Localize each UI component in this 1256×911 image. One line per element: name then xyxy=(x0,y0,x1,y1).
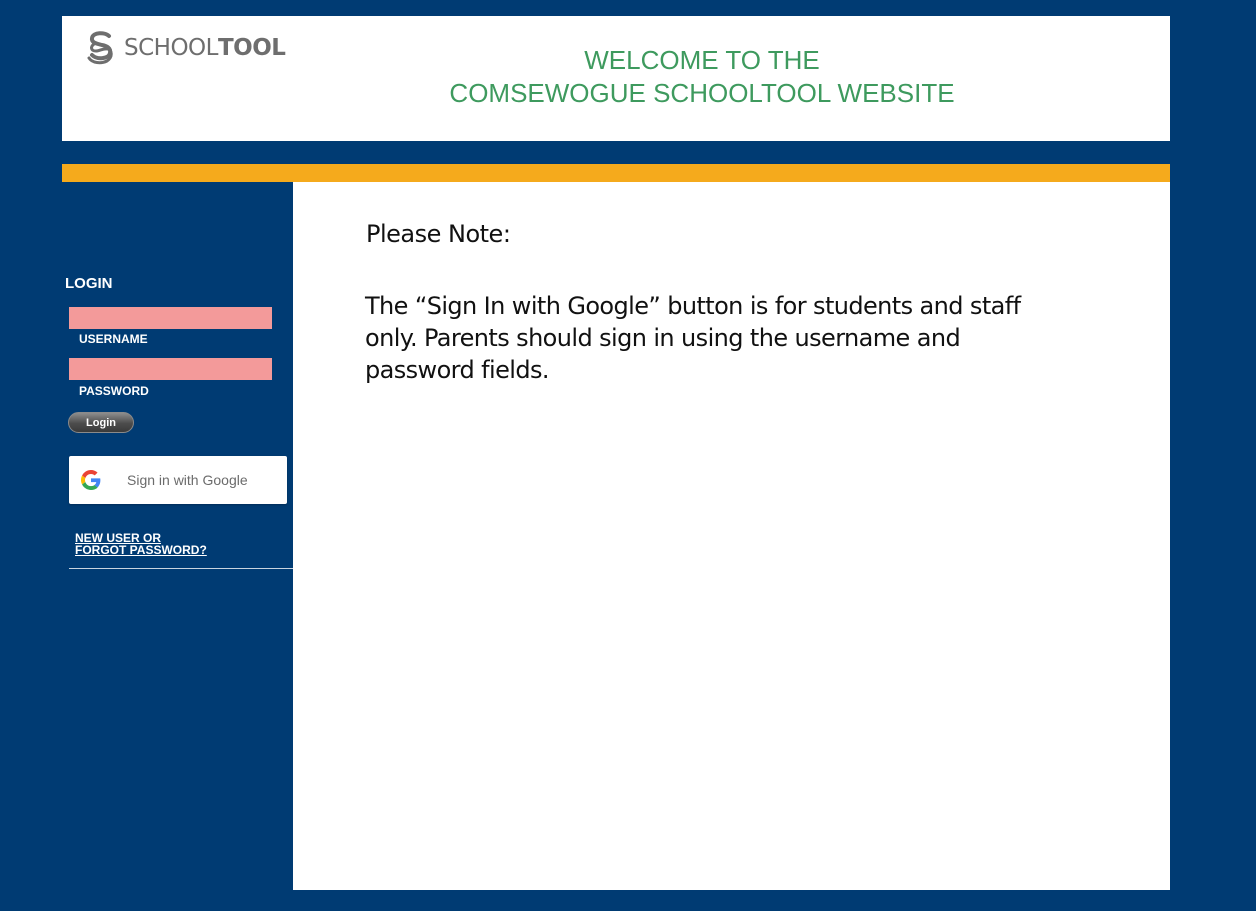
header-gold-band xyxy=(62,164,1170,182)
schooltool-s-logo-icon xyxy=(87,31,113,65)
logo-text-light: SCHOOL xyxy=(124,34,218,61)
username-input[interactable] xyxy=(69,307,272,329)
logo-wordmark: SCHOOLTOOL xyxy=(124,34,286,61)
username-label: USERNAME xyxy=(79,332,148,346)
note-title: Please Note: xyxy=(366,220,511,248)
login-sidebar: LOGIN USERNAME PASSWORD Login Sign in wi… xyxy=(62,182,293,890)
note-body: The “Sign In with Google” button is for … xyxy=(365,290,1125,386)
new-user-forgot-password-link[interactable]: NEW USER OR FORGOT PASSWORD? xyxy=(75,532,245,556)
google-signin-button[interactable]: Sign in with Google xyxy=(69,456,287,504)
header: SCHOOLTOOL WELCOME TO THE COMSEWOGUE SCH… xyxy=(62,16,1170,141)
password-input[interactable] xyxy=(69,358,272,380)
login-title: LOGIN xyxy=(65,275,113,292)
welcome-line-2: COMSEWOGUE SCHOOLTOOL WEBSITE xyxy=(449,78,955,108)
login-button[interactable]: Login xyxy=(68,412,134,433)
schooltool-logo: SCHOOLTOOL xyxy=(84,28,286,68)
header-navy-band xyxy=(62,141,1170,164)
google-g-icon xyxy=(81,470,101,490)
welcome-title: WELCOME TO THE COMSEWOGUE SCHOOLTOOL WEB… xyxy=(392,44,1012,110)
main-content: Please Note: The “Sign In with Google” b… xyxy=(293,182,1170,890)
welcome-line-1: WELCOME TO THE xyxy=(584,45,820,75)
note-line-2: only. Parents should sign in using the u… xyxy=(365,324,961,352)
new-user-line-2: FORGOT PASSWORD? xyxy=(75,543,207,557)
password-label: PASSWORD xyxy=(79,384,149,398)
note-line-1: The “Sign In with Google” button is for … xyxy=(365,292,1021,320)
google-signin-label: Sign in with Google xyxy=(127,472,248,488)
sidebar-divider xyxy=(69,568,293,569)
logo-text-bold: TOOL xyxy=(217,34,286,61)
note-line-3: password fields. xyxy=(365,356,549,384)
page-container: SCHOOLTOOL WELCOME TO THE COMSEWOGUE SCH… xyxy=(62,16,1170,890)
